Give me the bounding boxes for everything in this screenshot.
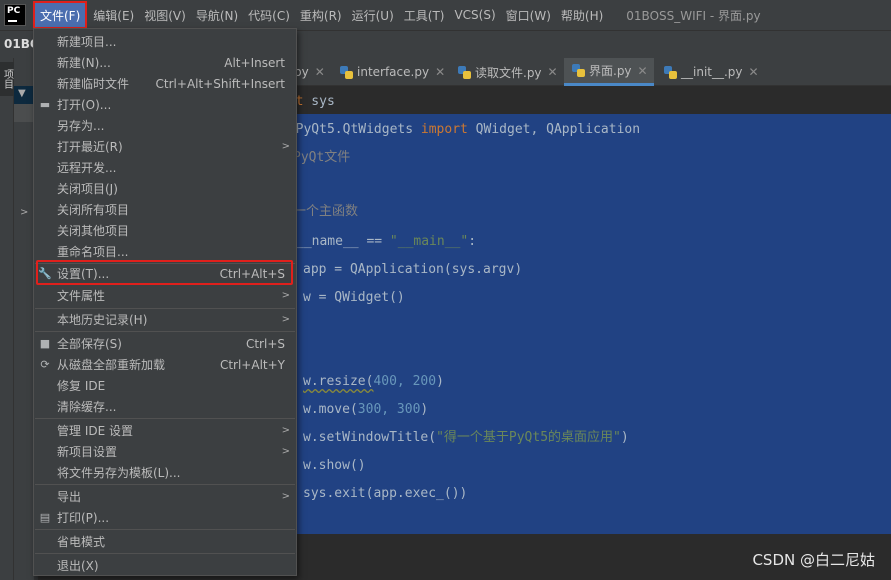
- chevron-right-icon: >: [281, 491, 290, 502]
- menu-item-settings[interactable]: 🔧 设置(T)... Ctrl+Alt+S: [34, 263, 296, 284]
- tab-init[interactable]: __init__.py ✕: [664, 58, 759, 86]
- menu-help[interactable]: 帮助(H): [556, 3, 608, 27]
- menu-item-close-project[interactable]: 关闭项目(J): [34, 178, 296, 199]
- tab-py[interactable]: py ✕: [294, 58, 325, 86]
- code-line: w = QWidget(): [303, 290, 405, 305]
- chevron-right-icon[interactable]: >: [20, 207, 28, 218]
- refresh-icon: ⟳: [40, 358, 50, 371]
- project-panel: [14, 58, 34, 580]
- menu-item-rename-project[interactable]: 重命名项目...: [34, 241, 296, 262]
- menu-item-power-save[interactable]: 省电模式: [34, 531, 296, 552]
- menu-item-save-as-template[interactable]: 将文件另存为模板(L)...: [34, 462, 296, 483]
- close-icon[interactable]: ✕: [315, 65, 325, 79]
- menu-separator: [35, 331, 295, 332]
- menu-item-open-recent[interactable]: 打开最近(R) >: [34, 136, 296, 157]
- close-icon[interactable]: ✕: [435, 65, 445, 79]
- tab-label: __init__.py: [681, 65, 743, 79]
- menu-vcs[interactable]: VCS(S): [449, 3, 500, 27]
- file-menu-dropdown: 新建项目... 新建(N)... Alt+Insert 新建临时文件 Ctrl+Al…: [33, 28, 297, 576]
- chevron-right-icon: >: [281, 314, 290, 325]
- chevron-right-icon: >: [281, 425, 290, 436]
- menu-separator: [35, 484, 295, 485]
- python-file-icon: [572, 64, 585, 77]
- menu-item-repair-ide[interactable]: 修复 IDE: [34, 375, 296, 396]
- menu-item-save-all[interactable]: ■ 全部保存(S) Ctrl+S: [34, 333, 296, 354]
- menu-separator: [35, 529, 295, 530]
- menu-item-new-project[interactable]: 新建项目...: [34, 31, 296, 52]
- code-line: w.move(300, 300): [303, 402, 429, 417]
- left-tool-strip: 项目: [0, 58, 14, 580]
- menu-separator: [35, 553, 295, 554]
- menu-tools[interactable]: 工具(T): [399, 3, 450, 27]
- menu-file[interactable]: 文件(F): [32, 1, 88, 29]
- code-line: sys.exit(app.exec_()): [303, 486, 468, 501]
- menu-item-close-other-projects[interactable]: 关闭其他项目: [34, 220, 296, 241]
- close-icon[interactable]: ✕: [638, 64, 648, 78]
- code-line: m PyQt5.QtWidgets import QWidget, QAppli…: [280, 122, 641, 137]
- code-line: app = QApplication(sys.argv): [303, 262, 523, 277]
- pycharm-logo-icon: PC: [4, 4, 26, 26]
- menu-window[interactable]: 窗口(W): [501, 3, 556, 27]
- tab-read-file[interactable]: 读取文件.py ✕: [458, 58, 558, 86]
- menu-run[interactable]: 运行(U): [347, 3, 399, 27]
- code-line: __name__ == "__main__":: [296, 234, 477, 249]
- menu-separator: [35, 418, 295, 419]
- menu-item-new-scratch[interactable]: 新建临时文件 Ctrl+Alt+Shift+Insert: [34, 73, 296, 94]
- printer-icon: ▤: [39, 511, 51, 524]
- chevron-right-icon: >: [281, 446, 290, 457]
- menu-item-new[interactable]: 新建(N)... Alt+Insert: [34, 52, 296, 73]
- window-title: 01BOSS_WIFI - 界面.py: [626, 8, 761, 23]
- chevron-right-icon: >: [281, 290, 290, 301]
- menu-item-reload-all[interactable]: ⟳ 从磁盘全部重新加载 Ctrl+Alt+Y: [34, 354, 296, 375]
- tab-label: interface.py: [357, 65, 430, 79]
- menu-item-file-properties[interactable]: 文件属性 >: [34, 285, 296, 306]
- menu-item-save-as[interactable]: 另存为...: [34, 115, 296, 136]
- menu-item-print[interactable]: ▤ 打印(P)...: [34, 507, 296, 528]
- save-icon: ■: [39, 337, 51, 350]
- chevron-right-icon: >: [281, 141, 290, 152]
- code-line: w.show(): [303, 458, 366, 473]
- close-icon[interactable]: ✕: [749, 65, 759, 79]
- project-tree-row[interactable]: [14, 104, 34, 122]
- menu-item-local-history[interactable]: 本地历史记录(H) >: [34, 309, 296, 330]
- menu-bar: PC 文件(F) 编辑(E) 视图(V) 导航(N) 代码(C) 重构(R) 运…: [0, 0, 891, 30]
- code-line: w.setWindowTitle("得一个基于PyQt5的桌面应用"): [303, 430, 629, 445]
- python-file-icon: [458, 65, 471, 79]
- menu-code[interactable]: 代码(C): [243, 3, 295, 27]
- watermark: CSDN @白二尼姑: [752, 551, 875, 569]
- menu-item-exit[interactable]: 退出(X): [34, 555, 296, 576]
- close-icon[interactable]: ✕: [548, 65, 558, 79]
- menu-item-manage-ide-settings[interactable]: 管理 IDE 设置 >: [34, 420, 296, 441]
- python-file-icon: [664, 65, 677, 79]
- tab-interface-ui[interactable]: 界面.py ✕: [564, 58, 654, 86]
- logo-text: PC: [7, 6, 21, 16]
- menu-item-new-project-settings[interactable]: 新项目设置 >: [34, 441, 296, 462]
- menu-item-remote-dev[interactable]: 远程开发...: [34, 157, 296, 178]
- menu-refactor[interactable]: 重构(R): [295, 3, 347, 27]
- wrench-icon: 🔧: [38, 267, 52, 280]
- tab-label: 界面.py: [589, 64, 632, 78]
- folder-icon: ▬: [39, 98, 51, 111]
- code-line: w.resize(400, 200): [303, 374, 444, 389]
- python-file-icon: [340, 65, 353, 79]
- menu-item-export[interactable]: 导出 >: [34, 486, 296, 507]
- tab-interface[interactable]: interface.py ✕: [340, 58, 445, 86]
- menu-item-open[interactable]: ▬ 打开(O)...: [34, 94, 296, 115]
- menu-edit[interactable]: 编辑(E): [88, 3, 139, 27]
- chevron-down-icon[interactable]: ▼: [18, 88, 26, 99]
- project-tool-tab[interactable]: 项目: [0, 62, 14, 96]
- menu-item-invalidate-caches[interactable]: 清除缓存...: [34, 396, 296, 417]
- tab-label: 读取文件.py: [475, 65, 542, 80]
- menu-item-close-all-projects[interactable]: 关闭所有项目: [34, 199, 296, 220]
- menu-view[interactable]: 视图(V): [139, 3, 191, 27]
- menu-navigate[interactable]: 导航(N): [191, 3, 243, 27]
